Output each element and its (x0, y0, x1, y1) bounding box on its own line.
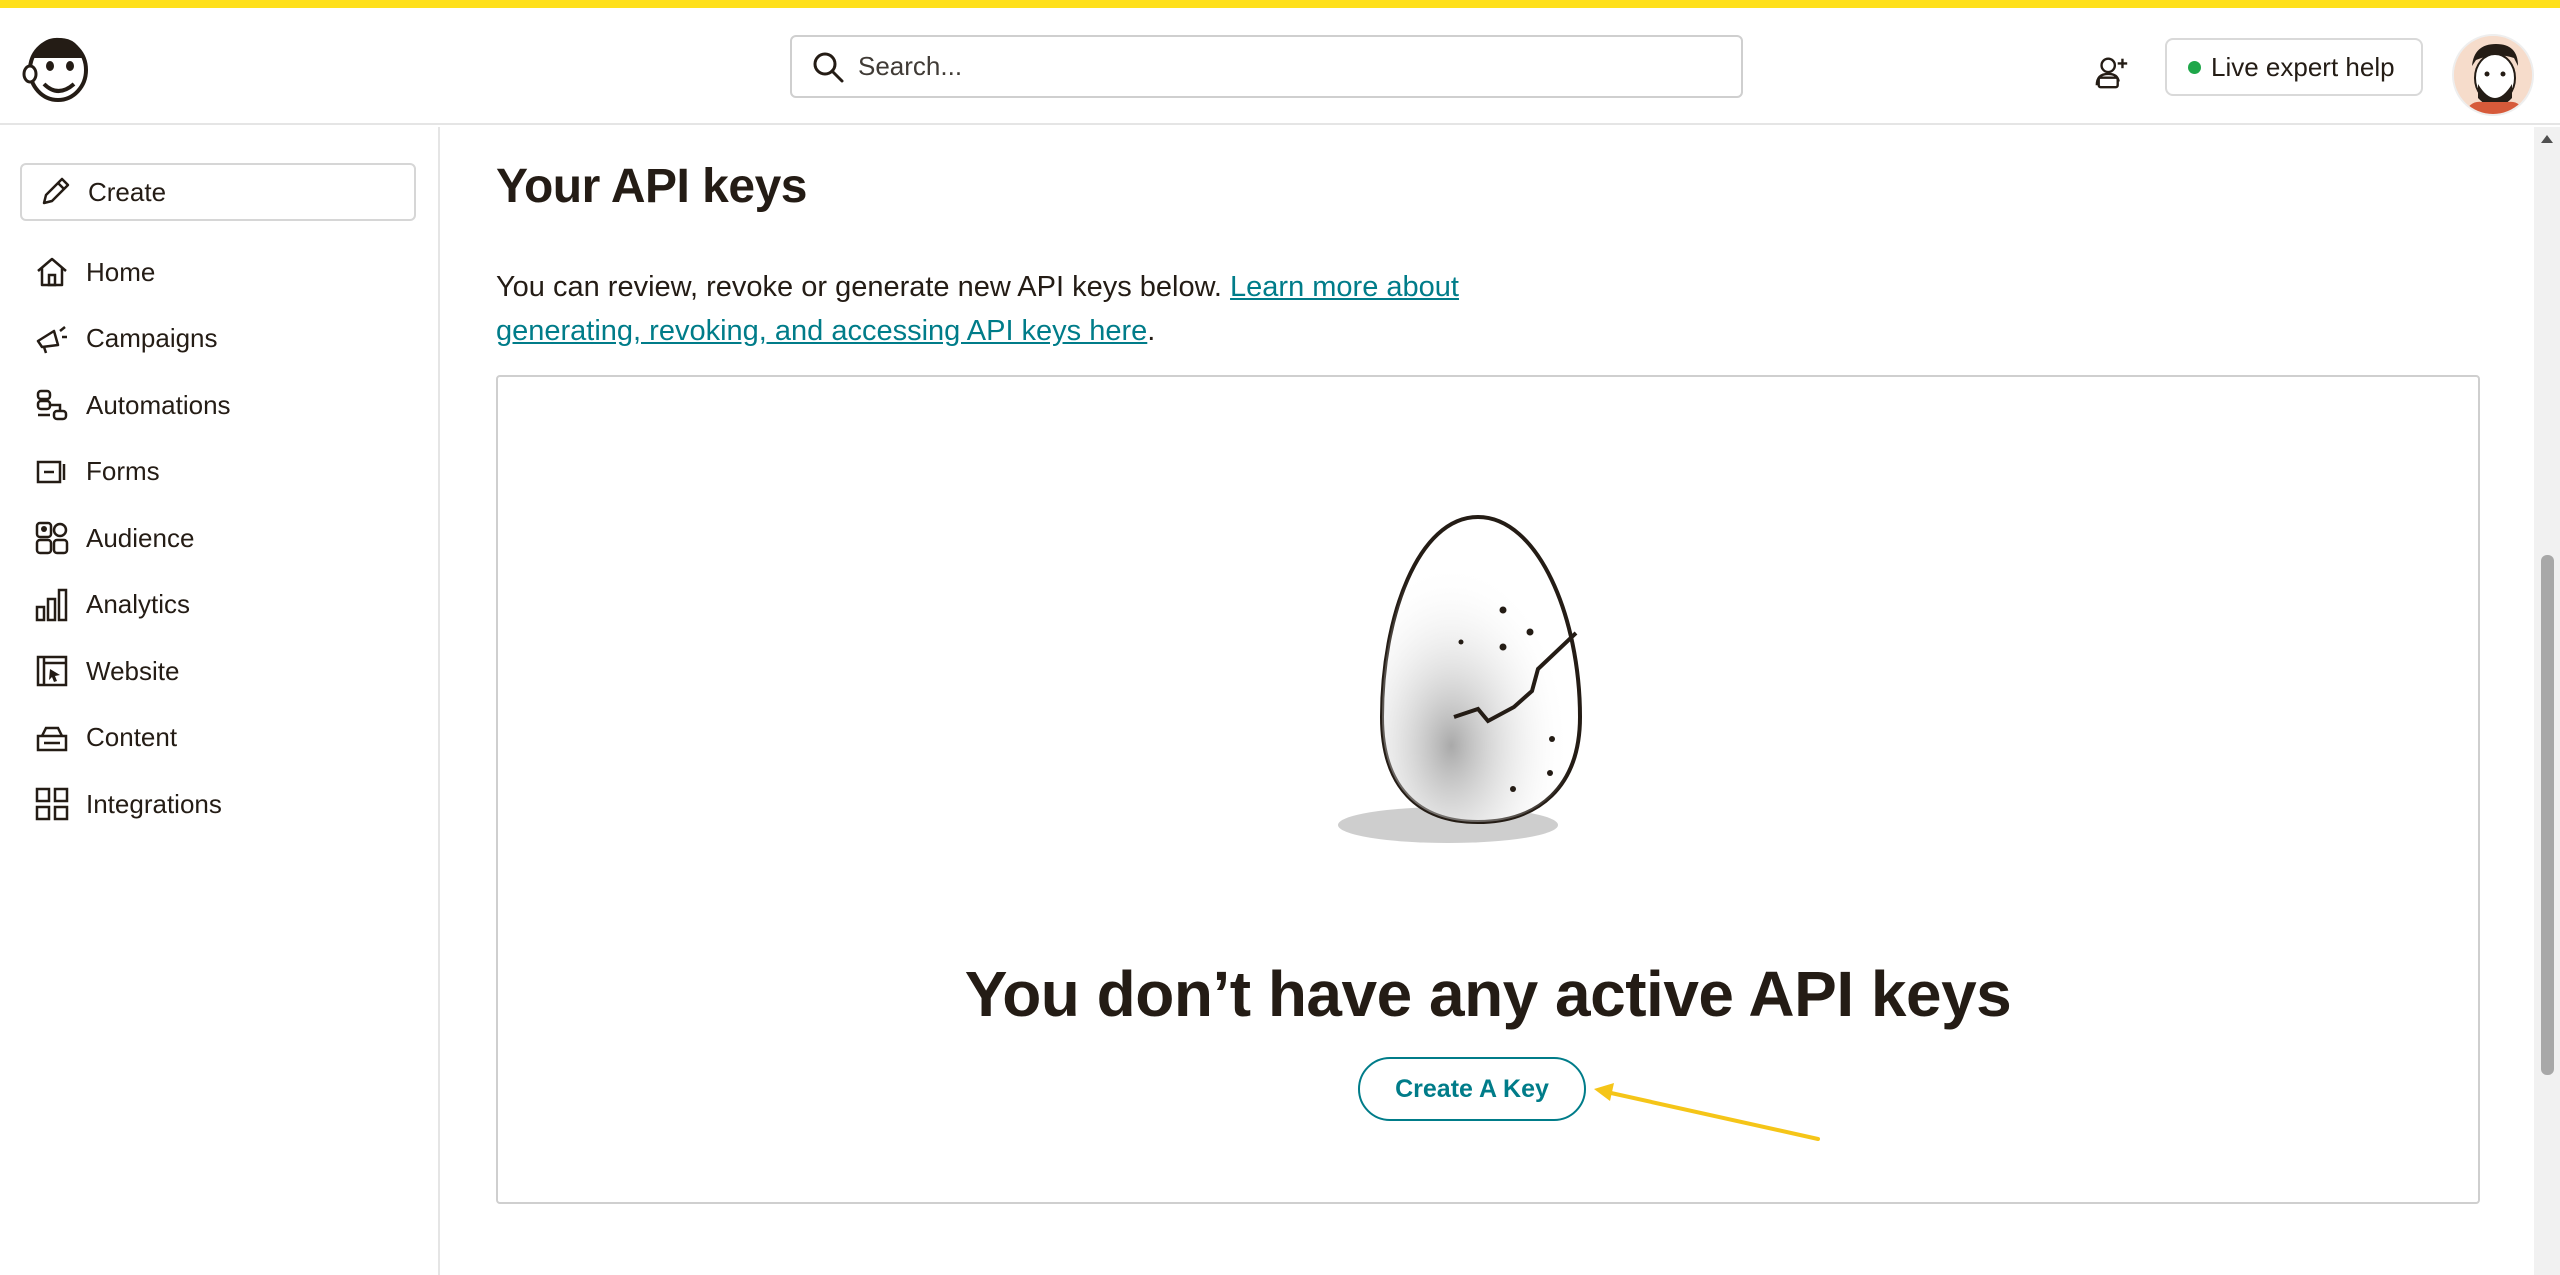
sidebar-item-audience[interactable]: Audience (20, 505, 420, 572)
cracked-egg-illustration (1338, 514, 1583, 843)
yellow-arrow-annotation (1594, 1083, 1820, 1141)
sidebar-item-label: Integrations (86, 788, 222, 819)
intro-period: . (1147, 315, 1156, 347)
megaphone-icon (34, 321, 70, 357)
bar-chart-icon (34, 587, 70, 623)
create-button[interactable]: Create (20, 163, 416, 221)
empty-state-panel: You don’t have any active API keys Creat… (496, 375, 2480, 1204)
search-icon (813, 52, 844, 82)
sidebar-item-automations[interactable]: Automations (20, 372, 420, 439)
top-accent-bar (0, 0, 2560, 8)
page-title: Your API keys (496, 160, 807, 213)
website-icon (34, 653, 70, 689)
online-status-dot (2188, 60, 2201, 74)
content-icon (34, 720, 70, 756)
pencil-icon (42, 177, 70, 205)
sidebar-item-analytics[interactable]: Analytics (20, 572, 420, 639)
mailchimp-logo[interactable] (20, 28, 96, 108)
person-add-icon (2095, 57, 2128, 89)
intro-text: You can review, revoke or generate new A… (496, 271, 1231, 303)
sidebar-item-campaigns[interactable]: Campaigns (20, 306, 420, 373)
sidebar-item-label: Audience (86, 522, 195, 553)
create-key-button[interactable]: Create A Key (1358, 1057, 1586, 1121)
sidebar-item-home[interactable]: Home (20, 239, 420, 306)
sidebar-item-label: Campaigns (86, 323, 218, 354)
sidebar-item-label: Forms (86, 456, 160, 487)
home-icon (34, 254, 70, 290)
sidebar-item-forms[interactable]: Forms (20, 439, 420, 506)
audience-icon (34, 520, 70, 556)
avatar[interactable] (2452, 34, 2534, 116)
vertical-scrollbar[interactable] (2534, 127, 2560, 1275)
sidebar-item-label: Home (86, 256, 156, 287)
empty-state-title: You don’t have any active API keys (964, 958, 2012, 1030)
scroll-up-arrow-icon[interactable] (2541, 135, 2553, 143)
intro-paragraph: You can review, revoke or generate new A… (496, 265, 1596, 353)
live-expert-help-button[interactable]: Live expert help (2165, 38, 2423, 96)
sidebar-item-integrations[interactable]: Integrations (20, 771, 420, 838)
sidebar: Create Home Campaigns Automations Forms (0, 127, 440, 1275)
sidebar-item-label: Automations (86, 389, 231, 420)
sidebar-item-website[interactable]: Website (20, 638, 420, 705)
header: Live expert help (0, 8, 2560, 125)
workflow-icon (34, 387, 70, 423)
main-content: Your API keys You can review, revoke or … (440, 127, 2534, 1275)
sidebar-item-label: Website (86, 655, 180, 686)
create-label: Create (88, 176, 167, 207)
grid-icon (34, 786, 70, 822)
search-bar[interactable] (790, 35, 1743, 98)
search-input[interactable] (858, 51, 1718, 82)
sidebar-item-content[interactable]: Content (20, 705, 420, 772)
sidebar-item-label: Analytics (86, 589, 191, 620)
invite-users-button[interactable] (2088, 48, 2136, 96)
sidebar-item-label: Content (86, 722, 178, 753)
form-icon (34, 454, 70, 490)
live-expert-help-label: Live expert help (2211, 51, 2395, 82)
scrollbar-thumb[interactable] (2541, 555, 2554, 1075)
sidebar-nav: Home Campaigns Automations Forms Audienc… (20, 239, 420, 838)
